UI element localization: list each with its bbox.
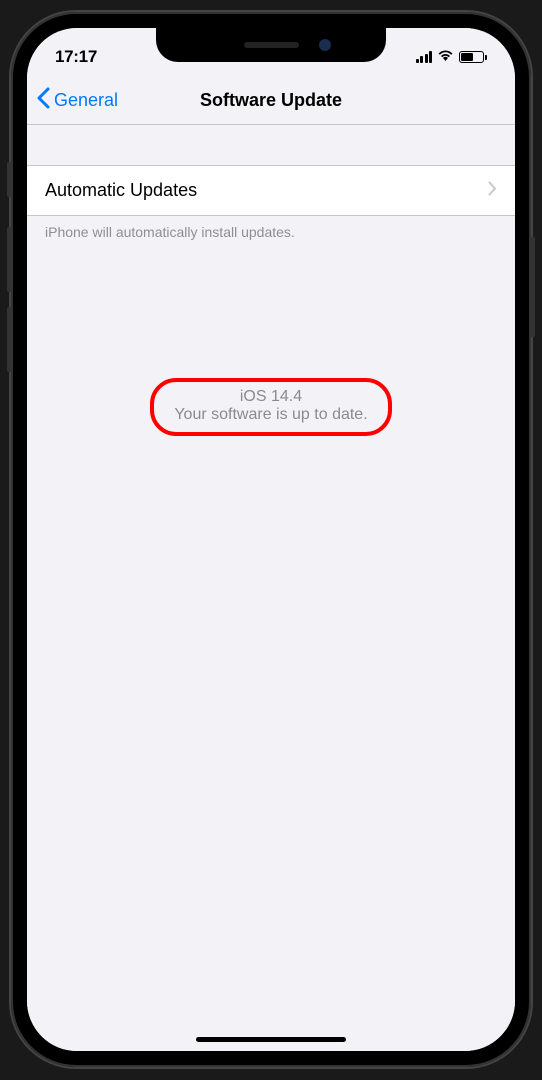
wifi-icon: [437, 48, 454, 66]
screen: 17:17: [27, 28, 515, 1051]
update-status-message: Your software is up to date.: [174, 406, 367, 424]
back-label: General: [54, 90, 118, 111]
cellular-signal-icon: [416, 51, 433, 63]
update-status-container: iOS 14.4 Your software is up to date.: [27, 378, 515, 436]
volume-down-button: [7, 307, 11, 372]
speaker-grille: [244, 42, 299, 48]
automatic-updates-row[interactable]: Automatic Updates: [27, 165, 515, 216]
status-time: 17:17: [55, 47, 97, 67]
chevron-right-icon: [488, 180, 497, 201]
page-title: Software Update: [200, 90, 342, 111]
automatic-updates-label: Automatic Updates: [45, 180, 197, 201]
back-button[interactable]: General: [37, 86, 118, 114]
power-button: [531, 237, 535, 337]
annotation-highlight: iOS 14.4 Your software is up to date.: [150, 378, 391, 436]
home-indicator[interactable]: [196, 1037, 346, 1042]
mute-switch: [7, 162, 11, 197]
battery-icon: [459, 51, 487, 63]
section-footer-text: iPhone will automatically install update…: [27, 216, 515, 248]
phone-device-frame: 17:17: [11, 12, 531, 1067]
volume-up-button: [7, 227, 11, 292]
chevron-left-icon: [37, 86, 50, 114]
content-area: Automatic Updates iPhone will automatica…: [27, 125, 515, 1051]
ios-version-label: iOS 14.4: [174, 388, 367, 406]
front-camera: [319, 39, 331, 51]
status-indicators: [416, 48, 488, 66]
notch: [156, 28, 386, 62]
navigation-bar: General Software Update: [27, 76, 515, 125]
